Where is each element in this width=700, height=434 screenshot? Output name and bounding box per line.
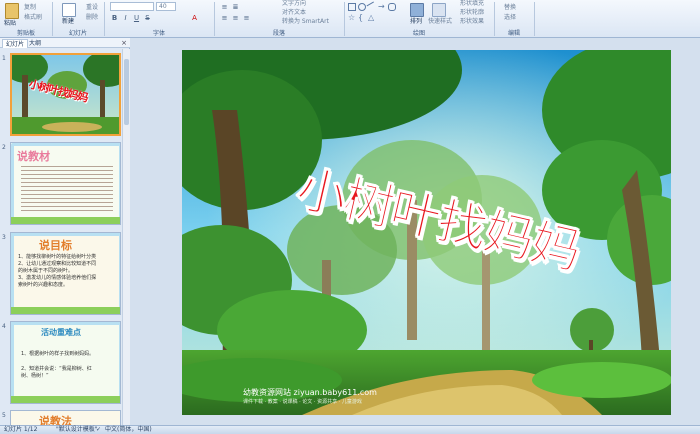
new-slide-button-label[interactable]: 新建 (62, 18, 74, 26)
thumbnail-title: 活动重难点 (41, 328, 81, 337)
tab-outline[interactable]: 大纲 (26, 39, 44, 48)
shape-fill-button[interactable]: 形状填充 (460, 0, 484, 8)
thumbnail-line: 树、杨树！” (21, 373, 49, 379)
language-indicator[interactable]: 中文(简体，中国) (105, 426, 152, 434)
group-label-slides: 幻灯片 (68, 30, 87, 37)
spell-check-icon[interactable]: ✓ (96, 426, 101, 434)
slide-thumbnail[interactable]: 说教材 (10, 142, 121, 225)
arrange-button-label[interactable]: 排列 (410, 18, 422, 26)
new-slide-icon[interactable] (62, 3, 76, 17)
line-shape-icon[interactable] (366, 1, 378, 13)
align-text-button[interactable]: 对齐文本 (282, 9, 306, 17)
brace-shape-icon[interactable]: { (358, 14, 366, 22)
paste-button-label[interactable]: 粘贴 (4, 20, 16, 28)
slide-thumbnail[interactable]: 活动重难点 1、根据树叶的样子找到树妈妈。 2、知道并会说：“我是柳树、红 树、… (10, 321, 121, 404)
oval-shape-icon[interactable] (358, 3, 366, 11)
scrollbar-thumb[interactable] (124, 59, 129, 125)
thumbnail-text-block (21, 163, 113, 213)
format-painter-button[interactable]: 格式刷 (24, 14, 42, 22)
copy-button[interactable]: 复制 (24, 4, 36, 12)
group-label-drawing: 绘图 (412, 30, 425, 37)
ribbon: 粘贴 复制 格式刷 剪贴板 新建 重设 删除 幻灯片 40 B I U S A … (0, 0, 700, 38)
status-bar: 幻灯片 1/12 "默认设计模板" ✓ 中文(简体，中国) (0, 425, 700, 434)
star-shape-icon[interactable]: ☆ (348, 14, 356, 22)
thumbnail-line: 2、让幼儿通过观察和比较知道不同 (18, 261, 97, 267)
triangle-shape-icon[interactable]: △ (368, 14, 376, 22)
slide-thumbnail[interactable]: 说目标 1、能够找柳树叶的特征给树叶分类 2、让幼儿通过观察和比较知道不同 的树… (10, 232, 121, 315)
group-label-editing: 编辑 (507, 30, 520, 37)
grass-decoration (11, 396, 120, 403)
align-center-icon[interactable]: ≡ (231, 14, 240, 23)
thumbnail-line: 1、能够找柳树叶的特征给树叶分类 (18, 254, 97, 260)
thumbnail-line: 索树叶的兴趣和态度。 (18, 282, 69, 288)
font-color-icon[interactable]: A (190, 14, 199, 23)
watermark-text: 幼教资源网站 ziyuan.baby611.com (243, 388, 377, 397)
slide-thumbnail[interactable]: 小树叶找妈妈 (10, 53, 121, 136)
thumbnail-title: 说教法 (39, 415, 72, 425)
tab-slides[interactable]: 幻灯片 (2, 39, 29, 48)
italic-icon[interactable]: I (121, 14, 130, 23)
theme-name: "默认设计模板" (56, 426, 98, 433)
shape-outline-button[interactable]: 形状轮廓 (460, 9, 484, 17)
slide-number: 2 (2, 144, 6, 151)
thumbnail-line: 3、激发幼儿的情感体验培养他们探 (18, 275, 97, 281)
thumbnail-line: 2、知道并会说：“我是柳树、红 (21, 366, 92, 372)
font-size-combo[interactable]: 40 (156, 2, 176, 11)
font-name-combo[interactable] (110, 2, 154, 11)
quick-styles-button-label[interactable]: 快速样式 (428, 18, 452, 26)
strike-icon[interactable]: S (143, 14, 152, 23)
numbering-icon[interactable]: ≣ (231, 3, 240, 12)
reset-button[interactable]: 重设 (86, 4, 98, 12)
panel-scrollbar[interactable] (122, 49, 130, 425)
thumbnail-title: 说目标 (39, 239, 72, 252)
rounded-rect-shape-icon[interactable] (388, 3, 396, 11)
group-label-paragraph: 段落 (272, 30, 285, 37)
panel-tabs: 幻灯片 大纲 × (0, 38, 130, 48)
slide-number: 4 (2, 323, 6, 330)
group-label-clipboard: 剪贴板 (16, 30, 35, 37)
shape-effects-button[interactable]: 形状效果 (460, 18, 484, 26)
ribbon-divider (534, 2, 535, 36)
close-icon[interactable]: × (121, 39, 127, 47)
text-direction-button[interactable]: 文字方向 (282, 0, 306, 8)
thumbnail-line: 的树木属于不同的树叶。 (18, 268, 74, 274)
grass-decoration (11, 307, 120, 314)
bullets-icon[interactable]: ≡ (220, 3, 229, 12)
bold-icon[interactable]: B (110, 14, 119, 23)
slide-number: 5 (2, 412, 6, 419)
thumbnail-line: 1、根据树叶的样子找到树妈妈。 (21, 351, 95, 357)
slide-counter: 幻灯片 1/12 (4, 426, 38, 433)
select-button[interactable]: 选择 (504, 14, 516, 22)
paste-icon[interactable] (5, 3, 19, 19)
slide-thumbnail[interactable]: 说教法 (10, 410, 121, 425)
thumbnail-title: 说教材 (17, 150, 50, 163)
align-left-icon[interactable]: ≡ (220, 14, 229, 23)
delete-button[interactable]: 删除 (86, 14, 98, 22)
arrow-shape-icon[interactable]: → (378, 3, 386, 11)
grass-decoration (11, 217, 120, 224)
replace-button[interactable]: 替换 (504, 4, 516, 12)
underline-icon[interactable]: U (132, 14, 141, 23)
slide-editing-area: 小树叶找妈妈 幼教资源网站 ziyuan.baby611.com 课件下载 · … (131, 38, 700, 425)
quick-styles-icon[interactable] (432, 3, 446, 17)
forest-background-image (182, 50, 671, 415)
align-right-icon[interactable]: ≡ (242, 14, 251, 23)
arrange-icon[interactable] (410, 3, 424, 17)
current-slide[interactable]: 小树叶找妈妈 幼教资源网站 ziyuan.baby611.com 课件下载 · … (182, 50, 671, 415)
smartart-button[interactable]: 转换为 SmartArt (282, 18, 329, 26)
watermark-subtext: 课件下载 · 教案 · 说课稿 · 论文 · 资源共享 · 儿童游戏 (243, 399, 362, 405)
rectangle-shape-icon[interactable] (348, 3, 356, 11)
slides-panel: 幻灯片 大纲 × 1 小树叶找妈妈 2 说教材 3 说目标 1、能够找柳树叶的特… (0, 38, 130, 425)
slide-number: 1 (2, 55, 6, 62)
group-label-font: 字体 (152, 30, 165, 37)
slide-number: 3 (2, 234, 6, 241)
